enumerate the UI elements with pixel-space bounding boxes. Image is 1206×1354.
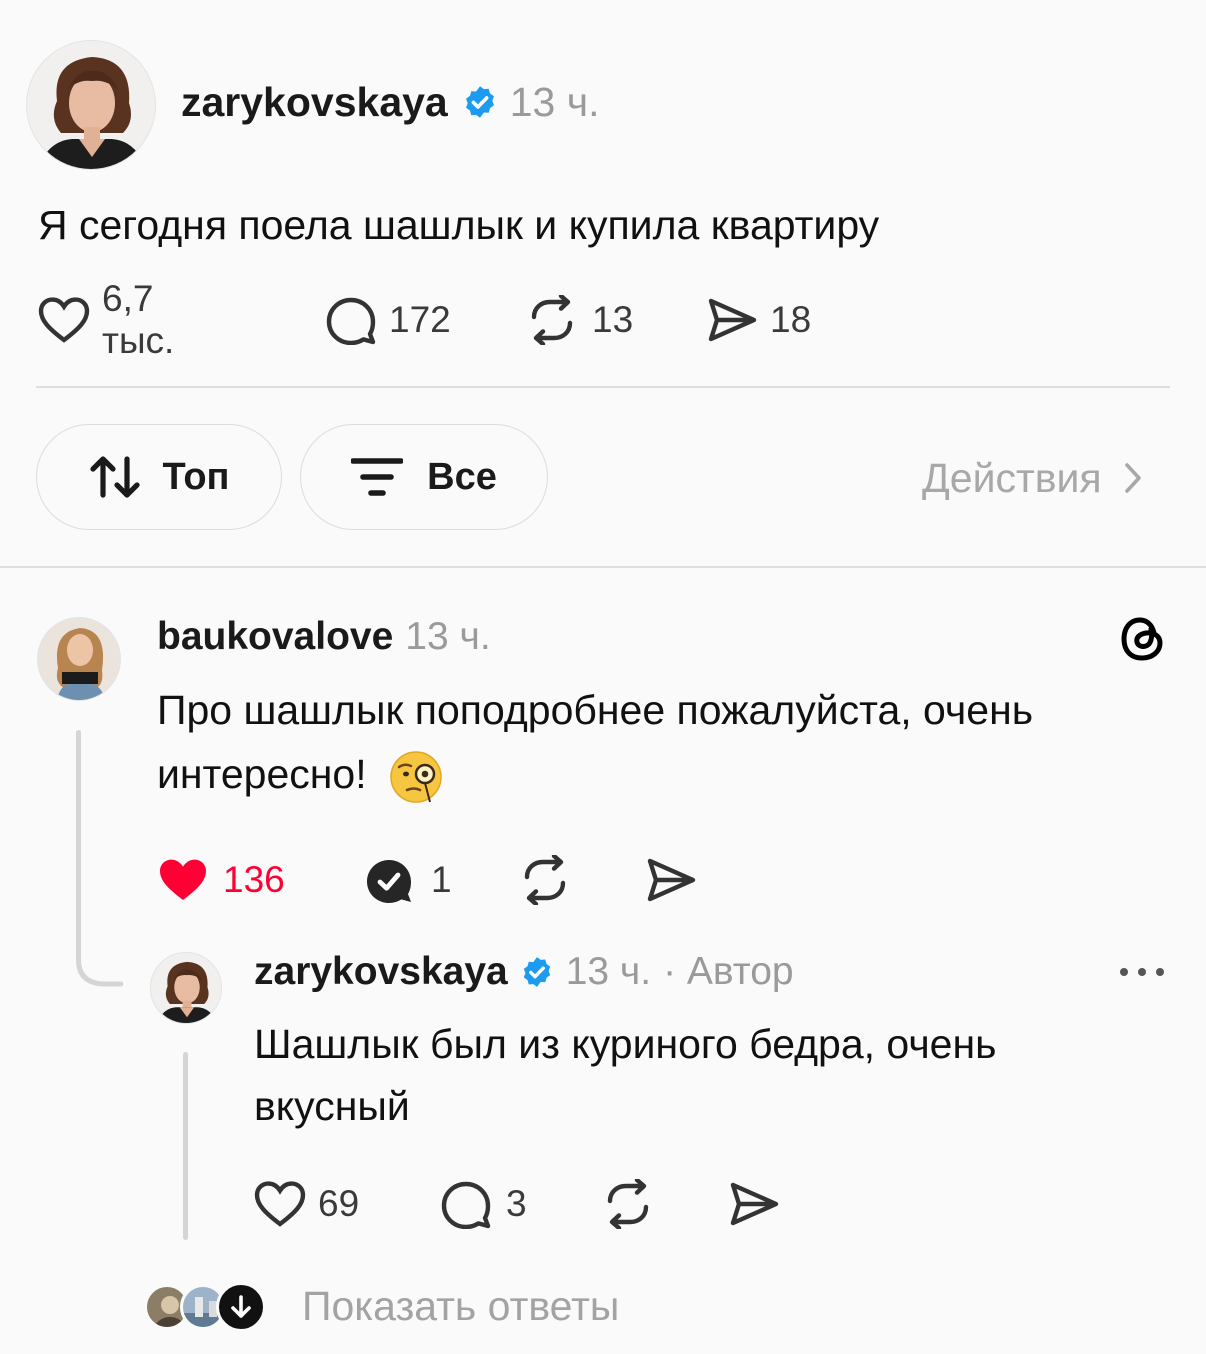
monocle-face-icon — [388, 749, 444, 805]
show-replies-button[interactable]: Показать ответы — [144, 1278, 619, 1334]
share-count: 18 — [770, 299, 812, 340]
chevron-right-icon — [1124, 462, 1142, 494]
reply1-thread-curve — [76, 920, 126, 990]
reply1-time: 13 ч. — [405, 615, 491, 658]
send-icon — [728, 1180, 780, 1228]
verified-badge-icon — [462, 84, 498, 120]
heart-filled-icon — [157, 856, 209, 904]
reply2-header: zarykovskaya 13 ч. · Автор — [254, 946, 794, 998]
comment-count: 172 — [389, 299, 451, 340]
reply1-username[interactable]: baukovalove — [157, 615, 393, 659]
actions-link[interactable]: Действия — [922, 450, 1142, 506]
reply2-author-tag: · Автор — [663, 950, 794, 993]
reply2-like-button[interactable]: 69 — [254, 1176, 359, 1232]
post-time: 13 ч. — [509, 78, 600, 125]
post-divider — [36, 386, 1170, 388]
actions-label: Действия — [922, 454, 1102, 501]
post-header: zarykovskaya 13 ч. — [181, 74, 599, 130]
reply2-time: 13 ч. — [565, 950, 652, 993]
reply1-header: baukovalove 13 ч. — [157, 612, 491, 662]
send-icon — [706, 296, 758, 344]
reply1-like-count: 136 — [223, 859, 285, 900]
sort-top-button[interactable]: Топ — [36, 424, 282, 530]
reply2-avatar[interactable] — [150, 952, 222, 1024]
section-divider — [0, 566, 1206, 568]
reply2-repost-button[interactable] — [602, 1176, 654, 1232]
verified-badge-icon — [520, 955, 554, 989]
reply1-share-button[interactable] — [645, 852, 697, 908]
reply1-like-button[interactable]: 136 — [157, 852, 285, 908]
heart-icon — [254, 1180, 306, 1228]
reply2-comment-count: 3 — [506, 1183, 527, 1224]
sort-arrows-icon — [89, 455, 143, 499]
filter-all-button[interactable]: Все — [300, 424, 548, 530]
reply2-username[interactable]: zarykovskaya — [254, 950, 508, 994]
show-replies-label: Показать ответы — [302, 1282, 620, 1329]
post-author-avatar[interactable] — [26, 40, 156, 170]
repost-icon — [602, 1179, 654, 1229]
repost-icon — [526, 295, 578, 345]
filter-all-label: Все — [427, 455, 497, 498]
repost-icon — [519, 855, 571, 905]
send-icon — [645, 856, 697, 904]
comment-check-icon — [363, 855, 415, 905]
reply1-text: Про шашлык поподробнее пожалуйста, очень… — [157, 678, 1167, 806]
post-text: Я сегодня поела шашлык и купила квартиру — [38, 202, 880, 248]
post-username[interactable]: zarykovskaya — [181, 79, 448, 126]
like-count: 6,7 тыс. — [102, 278, 175, 361]
reply1-text-content: Про шашлык поподробнее пожалуйста, очень… — [157, 687, 1034, 797]
more-options-icon[interactable] — [1116, 962, 1168, 982]
reply1-comment-count: 1 — [431, 859, 452, 900]
filter-lines-icon — [351, 457, 404, 497]
repost-count: 13 — [592, 299, 634, 340]
reply1-repost-button[interactable] — [519, 852, 571, 908]
comment-button[interactable]: 172 — [325, 292, 451, 348]
replier-avatars — [144, 1280, 274, 1332]
reply2-like-count: 69 — [318, 1183, 360, 1224]
reply1-avatar[interactable] — [37, 617, 121, 701]
reply2-share-button[interactable] — [728, 1176, 780, 1232]
reply2-comment-button[interactable]: 3 — [440, 1176, 527, 1232]
comment-bubble-icon — [325, 295, 377, 345]
repost-button[interactable]: 13 — [526, 292, 633, 348]
sort-top-label: Топ — [162, 455, 230, 498]
like-button[interactable]: 6,7 тыс. — [38, 278, 174, 361]
share-button[interactable]: 18 — [706, 292, 811, 348]
arrow-down-circle-icon — [216, 1282, 266, 1332]
reply2-thread-line — [183, 1052, 188, 1240]
comment-bubble-icon — [440, 1179, 492, 1229]
heart-icon — [38, 296, 90, 344]
reply2-text: Шашлык был из куриного бедра, очень вкус… — [254, 1021, 997, 1129]
reply1-comment-button[interactable]: 1 — [363, 852, 452, 908]
threads-logo-icon[interactable] — [1118, 612, 1168, 664]
